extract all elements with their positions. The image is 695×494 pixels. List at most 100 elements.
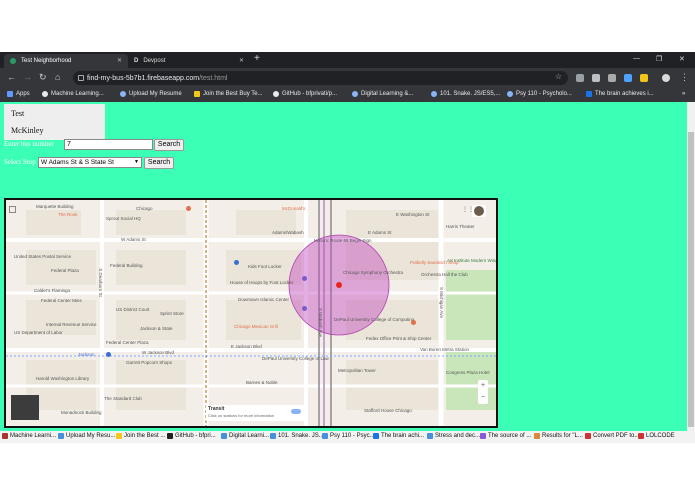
bookmark-item[interactable]: Psy 110 - Psyc... (322, 433, 375, 439)
extension-icon[interactable] (592, 74, 600, 82)
extension-icon[interactable] (640, 74, 648, 82)
fullscreen-icon[interactable] (9, 206, 16, 213)
menu-icon[interactable]: ⋮ (680, 72, 689, 82)
place-marker-icon[interactable] (302, 306, 307, 311)
map-label: E Washington St (396, 212, 430, 217)
bus-number-input[interactable]: 7 (64, 139, 153, 150)
bookmark-item[interactable]: GitHub - bfprivati/p... (273, 91, 337, 97)
back-icon[interactable]: ← (7, 72, 16, 82)
map-label: Garrett Popcorn Shops (126, 360, 173, 365)
devpost-icon: D (134, 58, 139, 64)
bookmark-item[interactable]: The source of ... (480, 433, 531, 439)
new-tab-button[interactable]: + (254, 54, 260, 64)
maximize-button[interactable]: ❐ (656, 55, 662, 63)
map-label: Congress Plaza Hotel (446, 370, 490, 375)
map-label: DePaul University College of Law (262, 356, 329, 361)
extension-icon[interactable] (608, 74, 616, 82)
avatar[interactable] (662, 74, 670, 82)
github-icon (273, 91, 279, 97)
zoom-out-button[interactable]: − (478, 392, 488, 404)
bookmark-item[interactable]: Machine Learning... (42, 91, 104, 97)
bookmark-item[interactable]: Machine Learni... (2, 433, 56, 439)
forward-icon[interactable]: → (23, 72, 32, 82)
site-icon (58, 433, 64, 439)
map-label: Jackson (78, 352, 95, 357)
zoom-control[interactable]: + − (478, 380, 488, 404)
stop-select[interactable]: W Adams St & S State St ▼ (38, 157, 142, 168)
site-icon (120, 91, 126, 97)
apps-grid-icon[interactable]: ⋮⋮ (462, 206, 474, 213)
map-view[interactable]: Marquette Building The Rook Sprout Socia… (4, 198, 498, 428)
transit-toggle[interactable] (291, 409, 301, 414)
reload-icon[interactable]: ↻ (39, 72, 47, 82)
transit-panel[interactable]: Transit Click on stations for more infor… (206, 405, 304, 421)
site-icon (194, 91, 200, 97)
close-tab-icon[interactable]: ✕ (117, 57, 122, 64)
search-bus-button[interactable]: Search (154, 139, 184, 151)
bookmark-icon[interactable] (576, 74, 584, 82)
search-stop-button[interactable]: Search (144, 157, 174, 169)
bookmark-apps[interactable]: Apps (7, 91, 30, 97)
bookmark-item[interactable]: Psy 110 - Psycholo... (507, 91, 572, 97)
site-icon (373, 433, 379, 439)
bus-stop-icon[interactable] (234, 260, 239, 265)
bookmark-item[interactable]: Results for "L... (534, 433, 583, 439)
bus-stop-icon[interactable] (106, 352, 111, 357)
site-icon (42, 91, 48, 97)
place-marker-icon[interactable] (411, 320, 416, 325)
map-label: Downtown Islamic Center (238, 297, 290, 302)
map-label: Fedex Office Print & Ship Center (366, 336, 432, 341)
map-label: S Wabash Ave (318, 307, 324, 338)
map-label: E Adams St (368, 230, 392, 235)
place-marker-icon[interactable] (186, 206, 191, 211)
place-marker-icon[interactable] (302, 276, 307, 281)
map-label: Van Buren Metra Station (420, 347, 469, 352)
map-canvas[interactable] (6, 200, 496, 426)
vertical-scrollbar[interactable] (687, 102, 695, 431)
tab-test-neighborhood[interactable]: Test Neighborhood ✕ (4, 54, 128, 68)
bookmark-item[interactable]: Digital Learni... (221, 433, 269, 439)
bookmark-star-icon[interactable]: ☆ (555, 72, 562, 81)
address-bar[interactable]: find-my-bus-5b7b1.firebaseapp.com/test.h… (73, 71, 568, 85)
bookmark-item[interactable]: Join the Best ... (116, 433, 165, 439)
route-list[interactable]: Test McKinley (4, 104, 105, 140)
map-label: S Michigan Ave (438, 287, 444, 318)
map-label: S Dearborn St (97, 268, 103, 297)
bookmark-item[interactable]: Upload My Resume (120, 91, 182, 97)
list-item[interactable]: McKinley (11, 126, 43, 135)
bookmark-item[interactable]: 101. Snake. JS... (270, 433, 324, 439)
site-icon (2, 433, 8, 439)
stop-label: Select Stop (4, 158, 36, 166)
bookmark-item[interactable]: The brain achi... (373, 433, 424, 439)
site-icon (507, 91, 513, 97)
map-label: Sprint Store (160, 311, 184, 316)
bookmark-item[interactable]: LOLCODE (638, 433, 675, 439)
home-icon[interactable]: ⌂ (55, 72, 60, 82)
site-icon (352, 91, 358, 97)
site-icon (116, 433, 122, 439)
bookmark-item[interactable]: Convert PDF to... (585, 433, 639, 439)
close-tab-icon[interactable]: ✕ (239, 57, 244, 64)
zoom-in-button[interactable]: + (478, 380, 488, 392)
map-label: House of Hoops by Foot Locker (230, 280, 294, 285)
close-window-button[interactable]: ✕ (679, 55, 685, 63)
extension-icon[interactable] (624, 74, 632, 82)
bookmark-item[interactable]: Digital Learning &... (352, 91, 413, 97)
github-icon (167, 433, 173, 439)
bookmark-item[interactable]: GitHub - bfpri... (167, 433, 216, 439)
bookmark-item[interactable]: Upload My Resu... (58, 433, 115, 439)
scrollbar-thumb[interactable] (688, 132, 694, 427)
map-label: Jackson & State (140, 326, 173, 331)
tab-title: Test Neighborhood (21, 58, 72, 64)
map-label: Harold Washington Library (36, 376, 90, 381)
bookmark-item[interactable]: Join the Best Buy Te... (194, 91, 263, 97)
bookmark-item[interactable]: The brain achieves i... (586, 91, 654, 97)
list-item[interactable]: Test (11, 109, 24, 118)
map-label: Harris Theater (446, 224, 475, 229)
tab-devpost[interactable]: D Devpost ✕ (128, 54, 250, 68)
minimize-button[interactable]: — (633, 55, 640, 62)
bookmark-item[interactable]: Stress and dec... (427, 433, 480, 439)
bookmark-item[interactable]: 101. Snake. JS/ES5,... (431, 91, 500, 97)
map-label: Barnes & Noble (246, 380, 278, 385)
more-bookmarks-icon[interactable]: » (682, 91, 685, 97)
